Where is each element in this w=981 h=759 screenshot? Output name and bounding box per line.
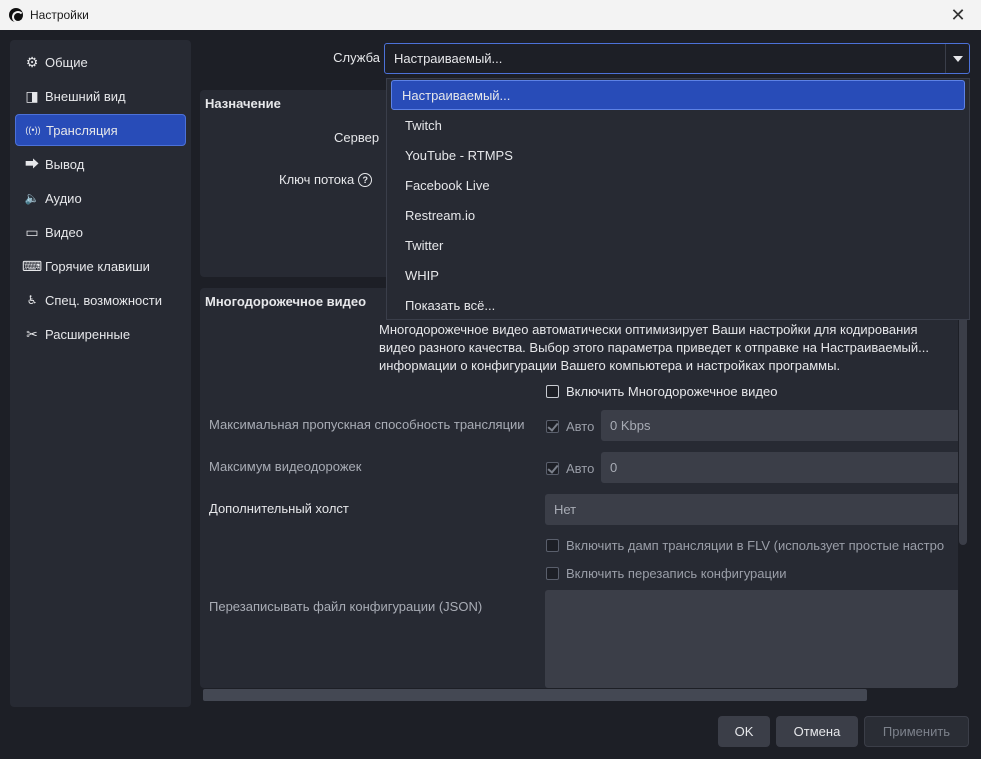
checkbox-label: Включить перезапись конфигурации [566,566,787,581]
override-file-label: Перезаписывать файл конфигурации (JSON) [209,599,483,614]
horizontal-scrollbar[interactable] [203,689,867,701]
sidebar-item-audio[interactable]: 🔈 Аудио [15,182,186,214]
enable-multitrack-checkbox[interactable]: Включить Многодорожечное видео [546,384,777,399]
config-override-checkbox[interactable]: Включить перезапись конфигурации [546,566,786,581]
extra-canvas-select[interactable]: Нет [545,494,958,525]
sidebar-item-label: Внешний вид [45,88,126,104]
dropdown-option-youtube[interactable]: YouTube - RTMPS [391,140,965,170]
dropdown-option-twitch[interactable]: Twitch [391,110,965,140]
server-label: Сервер [334,130,380,145]
dropdown-option-whip[interactable]: WHIP [391,260,965,290]
speaker-icon: 🔈 [24,191,40,205]
broadcast-icon: ((•)) [25,125,41,135]
max-tracks-field[interactable]: 0 [601,452,958,483]
dropdown-option-custom[interactable]: Настраиваемый... [391,80,965,110]
sidebar-item-output[interactable]: ⮕ Вывод [15,148,186,180]
max-bandwidth-label: Максимальная пропускная способность тран… [209,417,525,432]
checkbox-box[interactable] [546,567,559,580]
sidebar-item-label: Трансляция [46,122,118,138]
appearance-icon: ◨ [25,87,39,104]
service-dropdown-list: Настраиваемый... Twitch YouTube - RTMPS … [386,78,970,320]
accessibility-icon: ♿ [26,293,38,307]
max-tracks-label: Максимум видеодорожек [209,459,362,474]
chevron-down-icon[interactable] [945,44,969,73]
title-bar: Настройки ✕ [0,0,981,30]
service-select-value: Настраиваемый... [394,51,503,66]
override-json-textarea[interactable] [545,590,958,688]
ok-button[interactable]: OK [718,716,770,747]
sidebar-item-label: Горячие клавиши [45,258,150,274]
checkbox-box[interactable] [546,420,559,433]
dropdown-option-facebook[interactable]: Facebook Live [391,170,965,200]
sidebar-item-label: Видео [45,224,83,240]
checkbox-box[interactable] [546,539,559,552]
multitrack-group: Многодорожечное видео Многодорожечное ви… [200,288,958,688]
sidebar-item-label: Расширенные [45,326,131,342]
max-bandwidth-field[interactable]: 0 Kbps [601,410,958,441]
monitor-icon: ▭ [25,223,39,240]
settings-sidebar: ⚙ Общие ◨ Внешний вид ((•)) Трансляция ⮕… [10,40,191,707]
checkbox-label: Авто [566,461,595,476]
tools-icon: ✂ [26,325,38,342]
stream-key-label-text: Ключ потока [279,172,355,187]
checkbox-label: Включить Многодорожечное видео [566,384,778,399]
sidebar-item-appearance[interactable]: ◨ Внешний вид [15,80,186,112]
sidebar-item-stream[interactable]: ((•)) Трансляция [15,114,186,146]
obs-logo-icon [9,8,24,23]
window-title: Настройки [30,8,89,22]
dropdown-option-restream[interactable]: Restream.io [391,200,965,230]
sidebar-item-label: Спец. возможности [45,292,162,308]
destination-heading: Назначение [205,96,281,111]
checkbox-label: Включить дамп трансляции в FLV (использу… [566,538,945,553]
max-tracks-auto-checkbox[interactable]: Авто [546,461,594,476]
sidebar-item-general[interactable]: ⚙ Общие [15,46,186,78]
multitrack-heading: Многодорожечное видео [205,294,367,309]
sidebar-item-accessibility[interactable]: ♿ Спец. возможности [15,284,186,316]
output-icon: ⮕ [25,156,39,172]
close-icon[interactable]: ✕ [935,0,981,30]
flv-dump-checkbox[interactable]: Включить дамп трансляции в FLV (использу… [546,538,944,553]
extra-canvas-label: Дополнительный холст [209,501,349,516]
help-icon[interactable]: ? [358,172,373,187]
service-label: Служба [333,50,380,65]
gear-icon: ⚙ [25,53,39,70]
vertical-scrollbar[interactable] [959,310,967,545]
keyboard-icon: ⌨ [21,257,43,274]
stream-key-label: Ключ потока ? [279,172,373,187]
checkbox-box[interactable] [546,385,559,398]
cancel-button[interactable]: Отмена [776,716,858,747]
sidebar-item-label: Аудио [45,190,82,206]
apply-button[interactable]: Применить [864,716,969,747]
dropdown-option-twitter[interactable]: Twitter [391,230,965,260]
sidebar-item-label: Вывод [45,156,85,172]
sidebar-item-label: Общие [45,54,88,70]
sidebar-item-hotkeys[interactable]: ⌨ Горячие клавиши [15,250,186,282]
max-bandwidth-auto-checkbox[interactable]: Авто [546,419,594,434]
multitrack-description: Многодорожечное видео автоматически опти… [379,322,929,373]
service-select[interactable]: Настраиваемый... [384,43,970,74]
dropdown-option-show-all[interactable]: Показать всё... [391,290,965,320]
checkbox-label: Авто [566,419,595,434]
sidebar-item-advanced[interactable]: ✂ Расширенные [15,318,186,350]
checkbox-box[interactable] [546,462,559,475]
sidebar-item-video[interactable]: ▭ Видео [15,216,186,248]
